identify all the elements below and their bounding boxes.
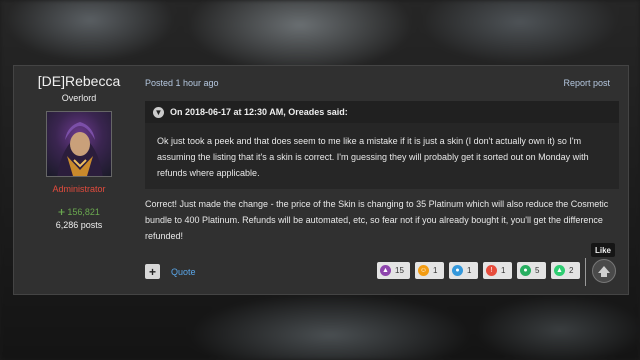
report-post-link[interactable]: Report post: [563, 78, 610, 88]
reaction-red[interactable]: ! 1: [483, 262, 512, 279]
author-panel: [DE]Rebecca Overlord Administrator ➕︎ 15…: [14, 66, 144, 294]
reactions-bar: ▲ 15 ☺ 1 ● 1 ! 1 ● 5 ▲ 2: [377, 262, 580, 280]
chevron-down-icon[interactable]: ▼: [153, 106, 164, 118]
like-icon: [598, 266, 610, 277]
reputation-icon: ➕︎: [58, 207, 65, 217]
avatar[interactable]: [46, 111, 112, 177]
green-reaction-icon: ●: [520, 265, 531, 276]
author-rank: Overlord: [61, 93, 97, 103]
quote-header-text: On 2018-06-17 at 12:30 AM, Oreades said:: [170, 107, 348, 117]
like-button[interactable]: [592, 259, 616, 283]
like-divider: [585, 258, 586, 286]
quote-button[interactable]: Quote: [171, 267, 196, 277]
forum-post: [DE]Rebecca Overlord Administrator ➕︎ 15…: [13, 65, 629, 295]
reaction-count: 15: [395, 266, 404, 275]
reaction-count: 5: [535, 266, 540, 275]
reaction-green[interactable]: ● 5: [517, 262, 546, 279]
quote-text: Ok just took a peek and that does seem t…: [157, 136, 589, 178]
author-role: Administrator: [52, 184, 106, 194]
like-tooltip: Like: [591, 243, 615, 257]
author-reputation: ➕︎ 156,821: [14, 207, 144, 218]
quote-block: ▼ On 2018-06-17 at 12:30 AM, Oreades sai…: [145, 101, 619, 189]
reaction-orange[interactable]: ☺ 1: [415, 262, 444, 279]
author-name[interactable]: [DE]Rebecca: [14, 73, 144, 89]
multi-quote-button[interactable]: +: [145, 264, 160, 279]
author-post-count: 6,286 posts: [55, 220, 103, 230]
reaction-purple[interactable]: ▲ 15: [377, 262, 410, 279]
quote-header: ▼ On 2018-06-17 at 12:30 AM, Oreades sai…: [145, 101, 619, 123]
reaction-green-up[interactable]: ▲ 2: [551, 262, 580, 279]
green-up-reaction-icon: ▲: [554, 265, 565, 276]
reaction-blue[interactable]: ● 1: [449, 262, 478, 279]
posted-time: Posted 1 hour ago: [145, 78, 219, 88]
reputation-value: 156,821: [67, 207, 100, 217]
reaction-count: 2: [569, 266, 574, 275]
blue-reaction-icon: ●: [452, 265, 463, 276]
reaction-count: 1: [501, 266, 506, 275]
reaction-count: 1: [433, 266, 438, 275]
purple-reaction-icon: ▲: [380, 265, 391, 276]
red-reaction-icon: !: [486, 265, 497, 276]
reaction-count: 1: [467, 266, 472, 275]
orange-reaction-icon: ☺: [418, 265, 429, 276]
reply-text: Correct! Just made the change - the pric…: [145, 199, 609, 241]
